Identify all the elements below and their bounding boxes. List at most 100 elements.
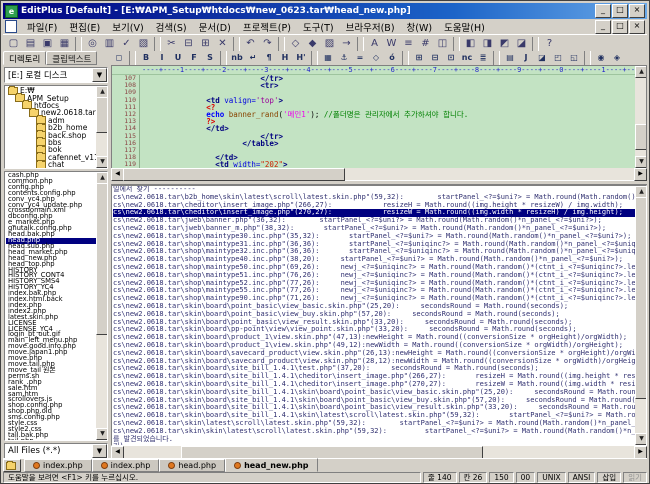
print-icon[interactable]: ▥ — [101, 36, 118, 51]
font-icon[interactable]: A — [366, 36, 383, 51]
heading2-icon[interactable]: H' — [293, 52, 309, 64]
mdi-close-button[interactable]: × — [629, 20, 645, 34]
line-break-icon[interactable]: ↵ — [245, 52, 261, 64]
tree-item-chat[interactable]: chat — [6, 161, 96, 168]
new-document-icon[interactable]: ▢ — [5, 36, 22, 51]
editor-vertical-scrollbar[interactable]: ▲ ▼ — [635, 66, 646, 168]
menu-item-보기(V)[interactable]: 보기(V) — [106, 19, 149, 35]
line-number-icon[interactable]: ≡ — [400, 36, 417, 51]
strike-icon[interactable]: S — [202, 52, 218, 64]
italic-icon[interactable]: I — [154, 52, 170, 64]
output-line[interactable]: 기) — [113, 443, 635, 445]
scroll-down-icon[interactable]: ▼ — [635, 433, 647, 445]
tree-vertical-scrollbar[interactable]: ▲ ▼ — [96, 86, 107, 168]
menu-item-도구(T)[interactable]: 도구(T) — [297, 19, 340, 35]
table-row-icon[interactable]: ⊟ — [427, 52, 443, 64]
undo-icon[interactable]: ↶ — [242, 36, 259, 51]
file-item-tail.php[interactable]: tail.php — [6, 439, 96, 441]
indent-icon[interactable]: → — [338, 36, 355, 51]
cliptext-icon[interactable]: ▧ — [135, 36, 152, 51]
menu-item-편집(E)[interactable]: 편집(E) — [63, 19, 106, 35]
scroll-right-icon[interactable]: ▶ — [634, 168, 647, 181]
table-header-icon[interactable]: ⊡ — [443, 52, 459, 64]
document-tab-index.php[interactable]: index.php — [92, 459, 160, 472]
output-vertical-scrollbar[interactable]: ▲ ▼ — [635, 186, 646, 445]
div-icon[interactable]: ◱ — [566, 52, 582, 64]
comment-tag-icon[interactable]: ◇ — [368, 52, 384, 64]
font-tag-icon[interactable]: F — [186, 52, 202, 64]
image-tag-icon[interactable]: ▦ — [320, 52, 336, 64]
heading-icon[interactable]: H — [277, 52, 293, 64]
print-preview-icon[interactable]: ◎ — [84, 36, 101, 51]
code-line[interactable]: 116 </table> — [112, 140, 635, 147]
window-vertical-icon[interactable]: ◨ — [479, 36, 496, 51]
editor-scroll-thumb[interactable] — [635, 124, 647, 150]
redo-icon[interactable]: ↷ — [259, 36, 276, 51]
mdi-restore-button[interactable]: □ — [612, 20, 628, 34]
word-wrap-icon[interactable]: W — [383, 36, 400, 51]
window-horizontal-icon[interactable]: ◧ — [462, 36, 479, 51]
scroll-down-icon[interactable]: ▼ — [96, 156, 108, 168]
bookmark-icon[interactable]: ◆ — [304, 36, 321, 51]
nowrap-icon[interactable]: nc — [459, 52, 475, 64]
open-icon[interactable]: ▤ — [22, 36, 39, 51]
menu-item-검색(S)[interactable]: 검색(S) — [150, 19, 193, 35]
frame-icon[interactable]: ◰ — [550, 52, 566, 64]
minimize-button[interactable]: _ — [595, 4, 611, 18]
delete-icon[interactable]: ✕ — [214, 36, 231, 51]
file-filter-selector[interactable]: All Files (*.*) ▼ — [4, 443, 108, 459]
chevron-down-icon[interactable]: ▼ — [92, 68, 107, 82]
list-icon[interactable]: ≣ — [475, 52, 491, 64]
code-view[interactable]: 107 </tr>108 <tr>109110 <td valign='top'… — [112, 75, 635, 168]
help-icon[interactable]: ? — [541, 36, 558, 51]
output-line[interactable]: cs\new2.0618.tar\skin\skin\latest\scroll… — [113, 428, 635, 436]
save-all-icon[interactable]: ▦ — [56, 36, 73, 51]
menu-item-문서(D)[interactable]: 문서(D) — [193, 19, 237, 35]
maximize-button[interactable]: □ — [612, 4, 628, 18]
fullscreen-icon[interactable]: ◪ — [513, 36, 530, 51]
menu-item-브라우저(B)[interactable]: 브라우저(B) — [340, 19, 401, 35]
drive-selector[interactable]: [E:] 로컬 디스크 ▼ — [4, 67, 108, 83]
nbsp-icon[interactable]: nb — [229, 52, 245, 64]
view-icon[interactable]: ◈ — [609, 52, 625, 64]
editor-hscroll-thumb[interactable] — [123, 168, 345, 181]
scroll-down-icon[interactable]: ▼ — [635, 156, 647, 168]
scroll-up-icon[interactable]: ▲ — [635, 66, 647, 78]
tab-directory[interactable]: 디렉토리 — [3, 51, 46, 65]
menu-item-도움말(H)[interactable]: 도움말(H) — [438, 19, 491, 35]
output-line[interactable]: 를 발견되었습니다. — [113, 436, 635, 444]
bold-icon[interactable]: B — [138, 52, 154, 64]
menu-item-프로젝트(P)[interactable]: 프로젝트(P) — [237, 19, 297, 35]
mdi-minimize-button[interactable]: _ — [595, 20, 611, 34]
window-cascade-icon[interactable]: ◩ — [496, 36, 513, 51]
save-icon[interactable]: ▣ — [39, 36, 56, 51]
table-icon[interactable]: ⊞ — [411, 52, 427, 64]
editor-pane[interactable]: ----+----1----+----2----+----3----+----4… — [111, 65, 647, 168]
browser-icon[interactable]: ◉ — [593, 52, 609, 64]
scroll-down-icon[interactable]: ▼ — [96, 428, 108, 440]
menu-item-창(W)[interactable]: 창(W) — [401, 19, 439, 35]
script-icon[interactable]: ▤ — [502, 52, 518, 64]
code-line[interactable]: 108 <tr> — [112, 82, 635, 89]
copy-icon[interactable]: ⊟ — [180, 36, 197, 51]
anchor-icon[interactable]: ⚓ — [336, 52, 352, 64]
editor-horizontal-scrollbar[interactable]: ◀ ▶ — [111, 168, 647, 180]
html-tag-icon[interactable]: ◻ — [111, 52, 127, 64]
document-tab-head.php[interactable]: head.php — [159, 459, 225, 472]
menu-item-파일(F)[interactable]: 파일(F) — [21, 19, 63, 35]
document-icon[interactable] — [5, 20, 17, 33]
output-scroll-thumb[interactable] — [635, 197, 647, 399]
code-line[interactable]: 119 <td width="202"> — [112, 161, 635, 168]
style-icon[interactable]: ◪ — [534, 52, 550, 64]
preferences-icon[interactable]: ◫ — [434, 36, 451, 51]
close-button[interactable]: × — [629, 4, 645, 18]
cut-icon[interactable]: ✂ — [163, 36, 180, 51]
find-icon[interactable]: ◇ — [287, 36, 304, 51]
underline-icon[interactable]: U — [170, 52, 186, 64]
filelist-scroll-thumb[interactable] — [96, 183, 108, 335]
filelist-vertical-scrollbar[interactable]: ▲ ▼ — [96, 172, 107, 440]
chevron-down-icon[interactable]: ▼ — [92, 444, 107, 458]
special-entity-icon[interactable]: ó — [384, 52, 400, 64]
document-tab-index.php[interactable]: index.php — [24, 459, 92, 472]
hr-icon[interactable]: = — [352, 52, 368, 64]
